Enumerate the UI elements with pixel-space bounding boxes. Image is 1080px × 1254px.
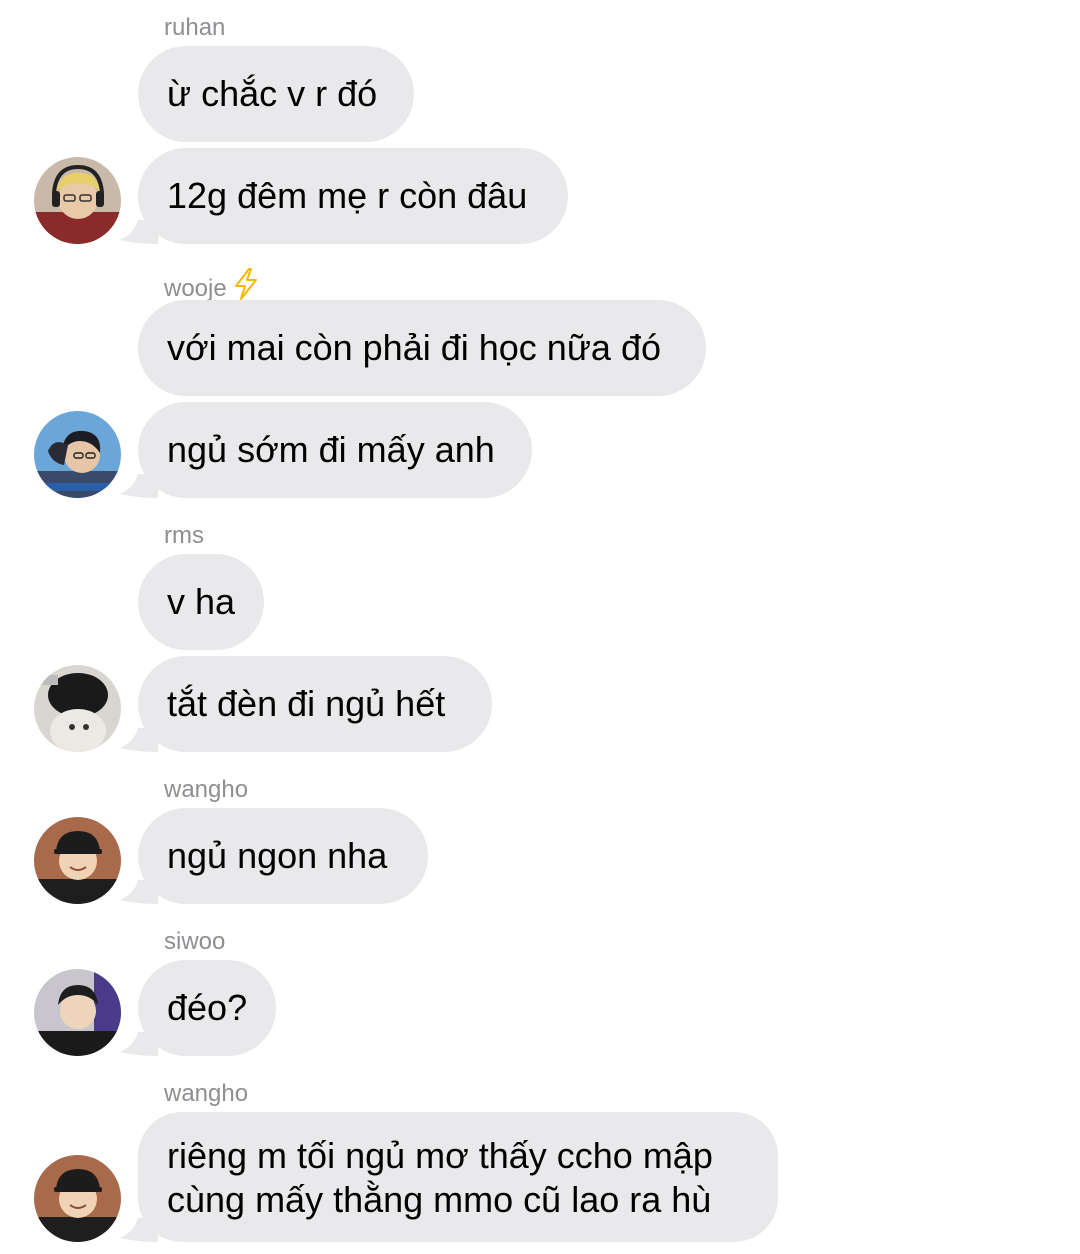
sender-name: wangho [164,1080,249,1107]
bubble-tail [120,1032,158,1056]
message-bubble[interactable]: tắt đèn đi ngủ hết [138,656,492,752]
avatar[interactable] [34,411,121,498]
bubble-tail [120,728,158,752]
sender-name: rms [164,522,204,549]
sender-name: ruhan [164,14,226,41]
message-bubble[interactable]: ngủ sớm đi mấy anh [138,402,532,498]
avatar[interactable] [34,665,121,752]
sender-name: siwoo [164,928,226,955]
sender-label: wooje [164,275,227,302]
message-bubble[interactable]: ừ chắc v r đó [138,46,414,142]
bubble-tail [120,880,158,904]
message-bubble[interactable]: v ha [138,554,264,650]
message-bubble[interactable]: 12g đêm mẹ r còn đâu [138,148,568,244]
message-bubble[interactable]: riêng m tối ngủ mơ thấy ccho mập cùng mấ… [138,1112,778,1242]
sender-name: wangho [164,776,249,803]
bubble-tail [120,220,158,244]
avatar[interactable] [34,157,121,244]
message-bubble[interactable]: với mai còn phải đi học nữa đó [138,300,706,396]
bubble-tail [120,1218,158,1242]
avatar[interactable] [34,969,121,1056]
message-bubble[interactable]: đéo? [138,960,276,1056]
message-bubble[interactable]: ngủ ngon nha [138,808,428,904]
avatar[interactable] [34,817,121,904]
avatar[interactable] [34,1155,121,1242]
bubble-tail [120,474,158,498]
